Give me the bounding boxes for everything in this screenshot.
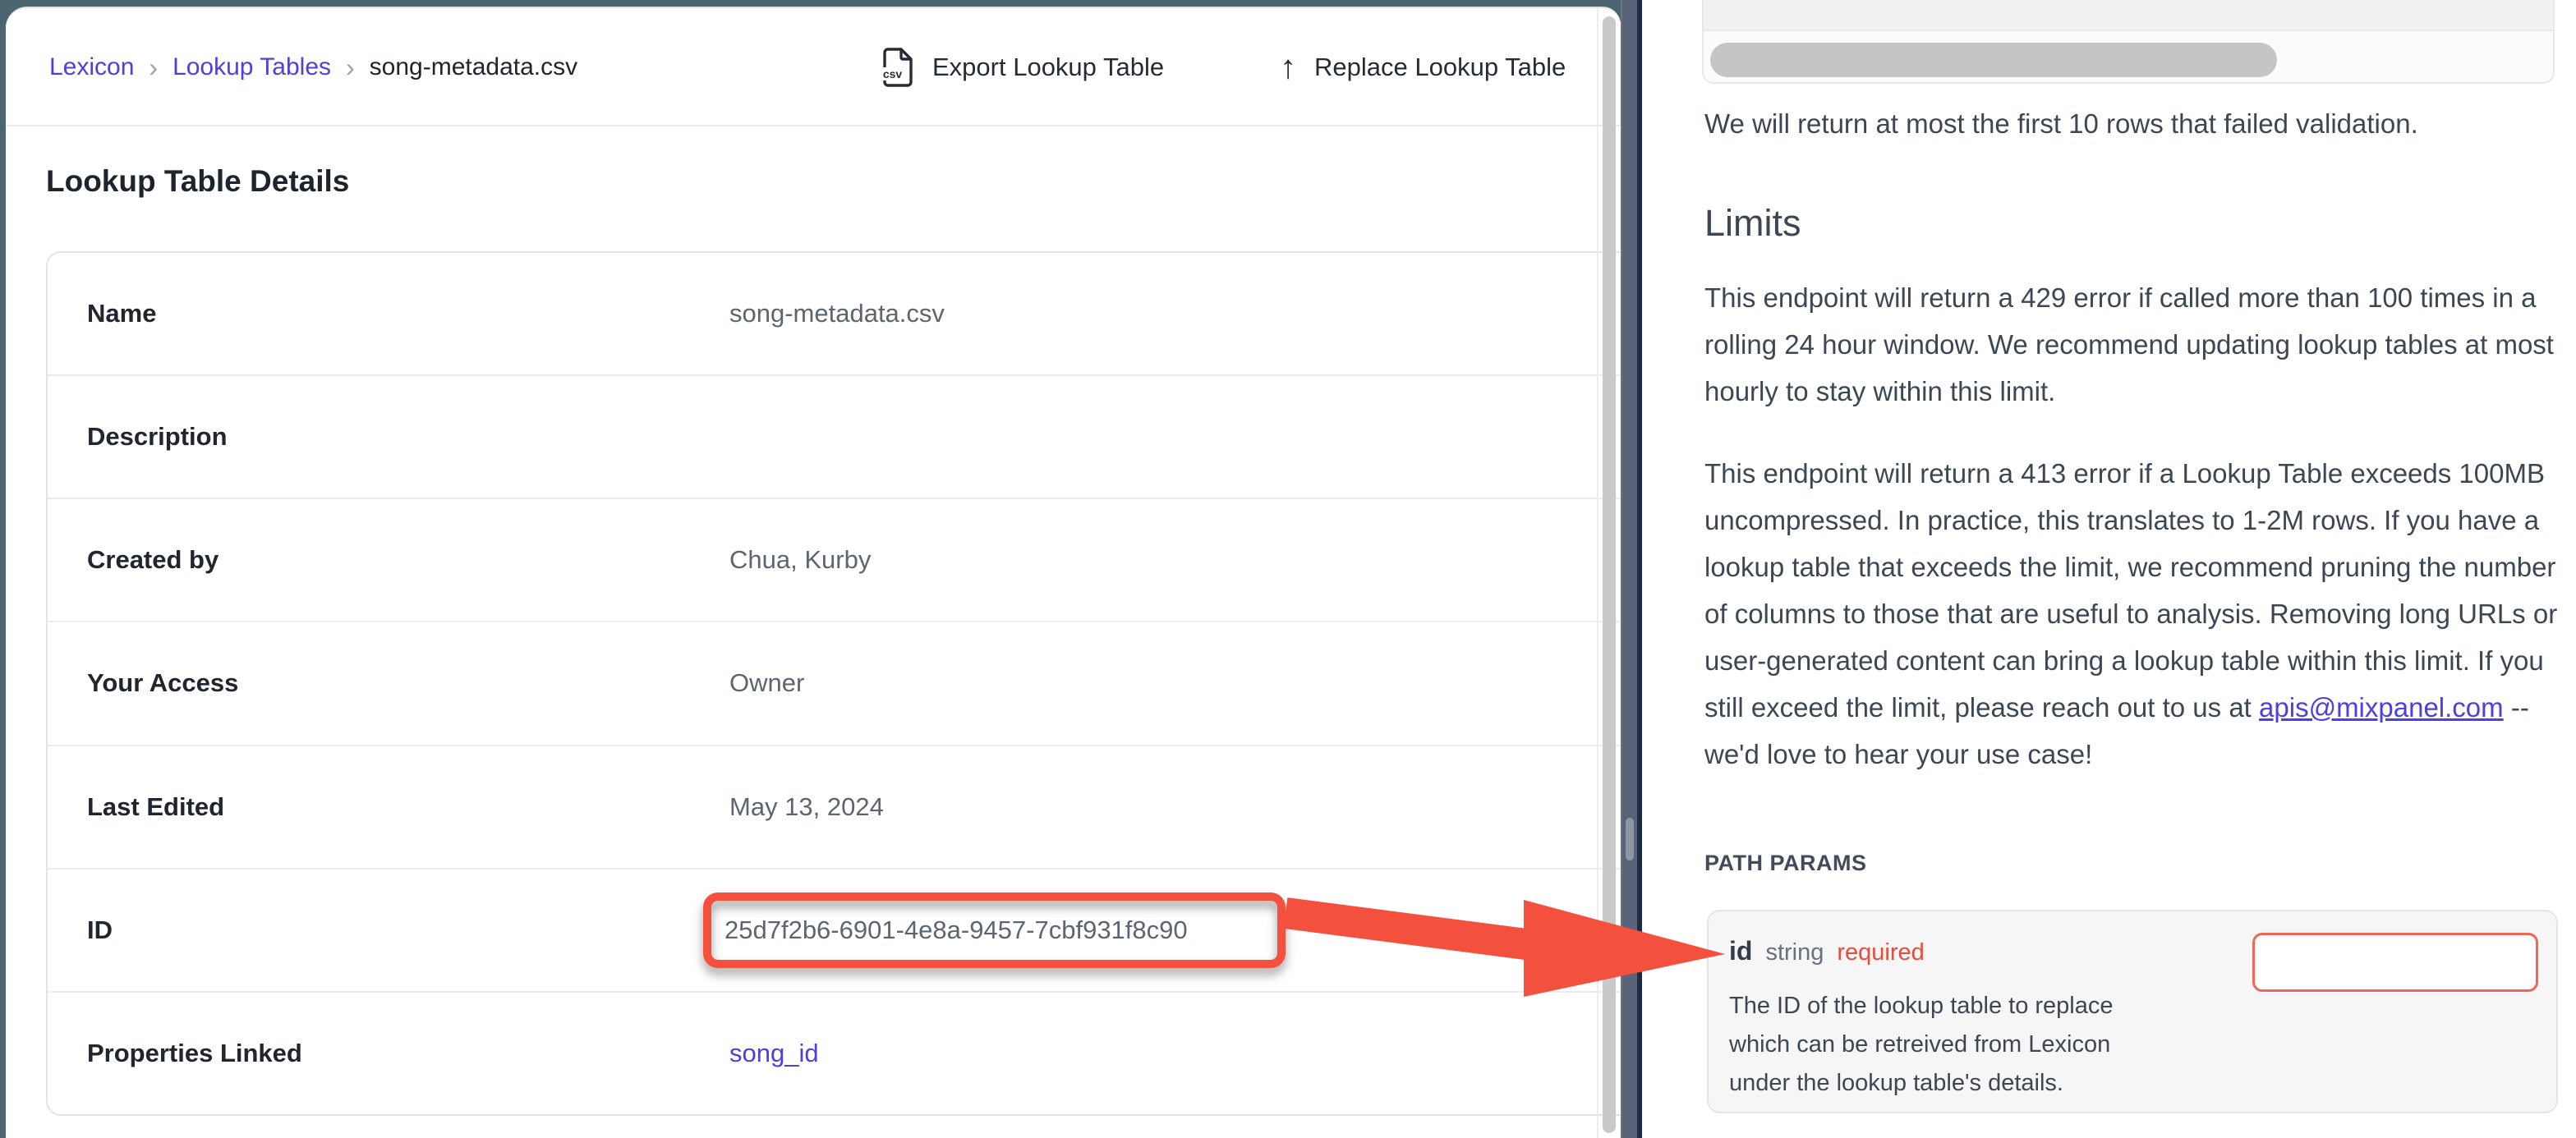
id-param-input[interactable] [2252,933,2538,992]
upload-arrow-icon: ↑ [1280,51,1296,84]
export-button-label: Export Lookup Table [932,53,1164,82]
detail-label: ID [87,915,113,945]
param-description-line: The ID of the lookup table to replace [1729,987,2114,1026]
screenshot-stage: Lexicon › Lookup Tables › song-metadata.… [0,0,2576,1138]
param-required-badge: required [1837,939,1924,966]
path-param-card: id string required The ID of the lookup … [1707,910,2558,1113]
detail-row-created-by: Created by Chua, Kurby [48,498,1621,621]
lookup-table-id-value: 25d7f2b6-6901-4e8a-9457-7cbf931f8c90 [724,915,1188,945]
code-block-bottom-edge [1702,0,2555,84]
export-lookup-table-button[interactable]: csv Export Lookup Table [880,8,1164,126]
window-divider [1621,0,1637,1138]
app-header: Lexicon › Lookup Tables › song-metadata.… [6,8,1621,126]
detail-row-your-access: Your Access Owner [48,621,1621,744]
detail-label: Properties Linked [87,1039,302,1068]
detail-value: Chua, Kurby [729,545,871,575]
svg-text:csv: csv [883,67,903,80]
mixpanel-email-link[interactable]: apis@mixpanel.com [2259,692,2504,723]
param-header: id string required [1729,936,1925,966]
docs-intro-text: We will return at most the first 10 rows… [1704,100,2560,147]
replace-lookup-table-button[interactable]: ↑ Replace Lookup Table [1280,8,1566,126]
breadcrumb-link-lookup-tables[interactable]: Lookup Tables [172,53,331,81]
detail-row-last-edited: Last Edited May 13, 2024 [48,745,1621,868]
detail-label: Last Edited [87,792,224,822]
detail-row-id: ID 25d7f2b6-6901-4e8a-9457-7cbf931f8c90 [48,868,1621,991]
path-params-heading: PATH PARAMS [1704,851,1867,876]
param-description: The ID of the lookup table to replace wh… [1729,987,2114,1103]
param-name: id [1729,936,1752,966]
linked-property-link[interactable]: song_id [729,1039,819,1068]
breadcrumb: Lexicon › Lookup Tables › song-metadata.… [49,8,577,126]
page-title: Lookup Table Details [46,164,349,199]
breadcrumb-current-file: song-metadata.csv [370,53,577,81]
chevron-separator-icon: › [346,53,355,83]
detail-label: Your Access [87,668,238,698]
docs-paragraph-429: This endpoint will return a 429 error if… [1704,274,2560,415]
detail-label: Name [87,299,156,328]
docs-paragraph-413: This endpoint will return a 413 error if… [1704,450,2560,778]
param-description-line: under the lookup table's details. [1729,1064,2114,1103]
param-description-line: which can be retreived from Lexicon [1729,1026,2114,1064]
detail-row-name: Name song-metadata.csv [48,253,1621,374]
divider-scrollbar-thumb[interactable] [1626,818,1634,860]
detail-row-properties-linked: Properties Linked song_id [48,991,1621,1114]
vertical-scrollbar-thumb[interactable] [1603,16,1616,1133]
code-block-body [1704,0,2553,31]
detail-value: song-metadata.csv [729,299,945,328]
csv-file-icon: csv [880,48,914,87]
detail-label: Created by [87,545,218,575]
detail-label: Description [87,422,228,452]
horizontal-scrollbar-thumb[interactable] [1710,43,2277,77]
detail-value: Owner [729,668,804,698]
breadcrumb-link-lexicon[interactable]: Lexicon [49,53,134,81]
detail-value: May 13, 2024 [729,792,884,822]
param-type: string [1765,939,1824,966]
chevron-separator-icon: › [149,53,158,83]
mixpanel-app-window: Lexicon › Lookup Tables › song-metadata.… [6,7,1621,1138]
api-docs-panel: We will return at most the first 10 rows… [1642,0,2576,1138]
paragraph-text: This endpoint will return a 413 error if… [1704,458,2557,723]
detail-row-description: Description [48,374,1621,498]
replace-button-label: Replace Lookup Table [1314,53,1566,82]
content-edge-divider [1597,8,1598,1138]
lookup-table-details-card: Name song-metadata.csv Description Creat… [46,251,1621,1116]
limits-heading: Limits [1704,202,1801,245]
